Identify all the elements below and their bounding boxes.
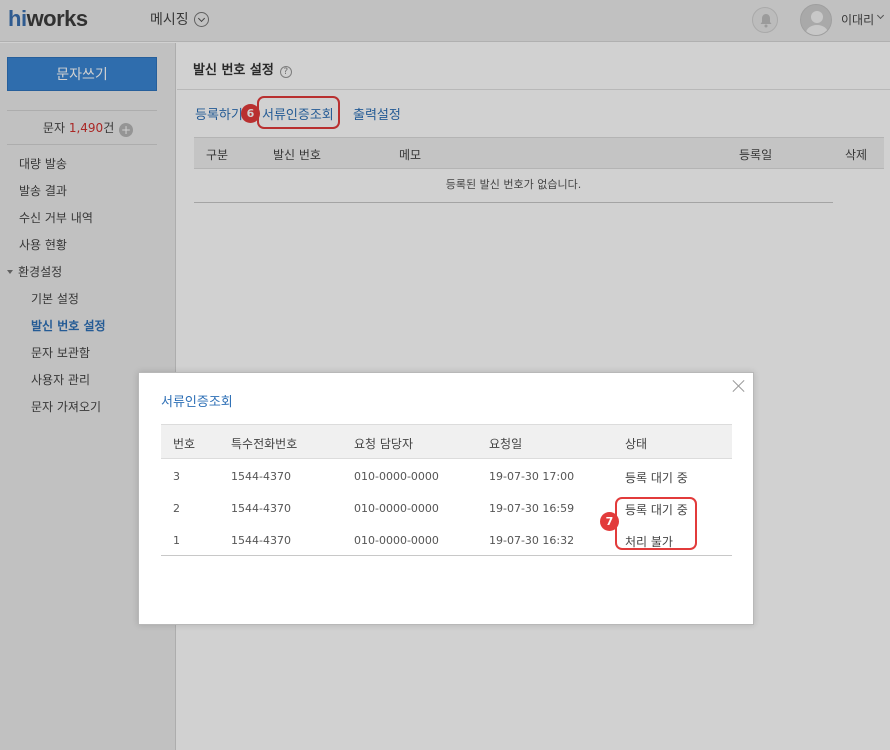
column-header: 요청 담당자: [354, 437, 414, 451]
step-badge: 7: [600, 512, 619, 531]
status-text: 등록 대기 중: [625, 471, 688, 485]
column-header: 상태: [625, 437, 648, 451]
modal-table-header: 번호 특수전화번호 요청 담당자 요청일 상태: [161, 424, 732, 459]
column-header: 번호: [173, 437, 196, 451]
column-header: 요청일: [489, 437, 523, 451]
modal-title: 서류인증조회: [161, 395, 233, 410]
column-header: 특수전화번호: [231, 437, 298, 451]
close-icon[interactable]: [732, 379, 746, 393]
highlight-box: [615, 497, 697, 550]
table-row: 3 1544-4370 010-0000-0000 19-07-30 17:00…: [173, 470, 688, 485]
document-check-modal: 서류인증조회 번호 특수전화번호 요청 담당자 요청일 상태 3 1544-43…: [138, 372, 754, 625]
divider: [161, 555, 732, 556]
